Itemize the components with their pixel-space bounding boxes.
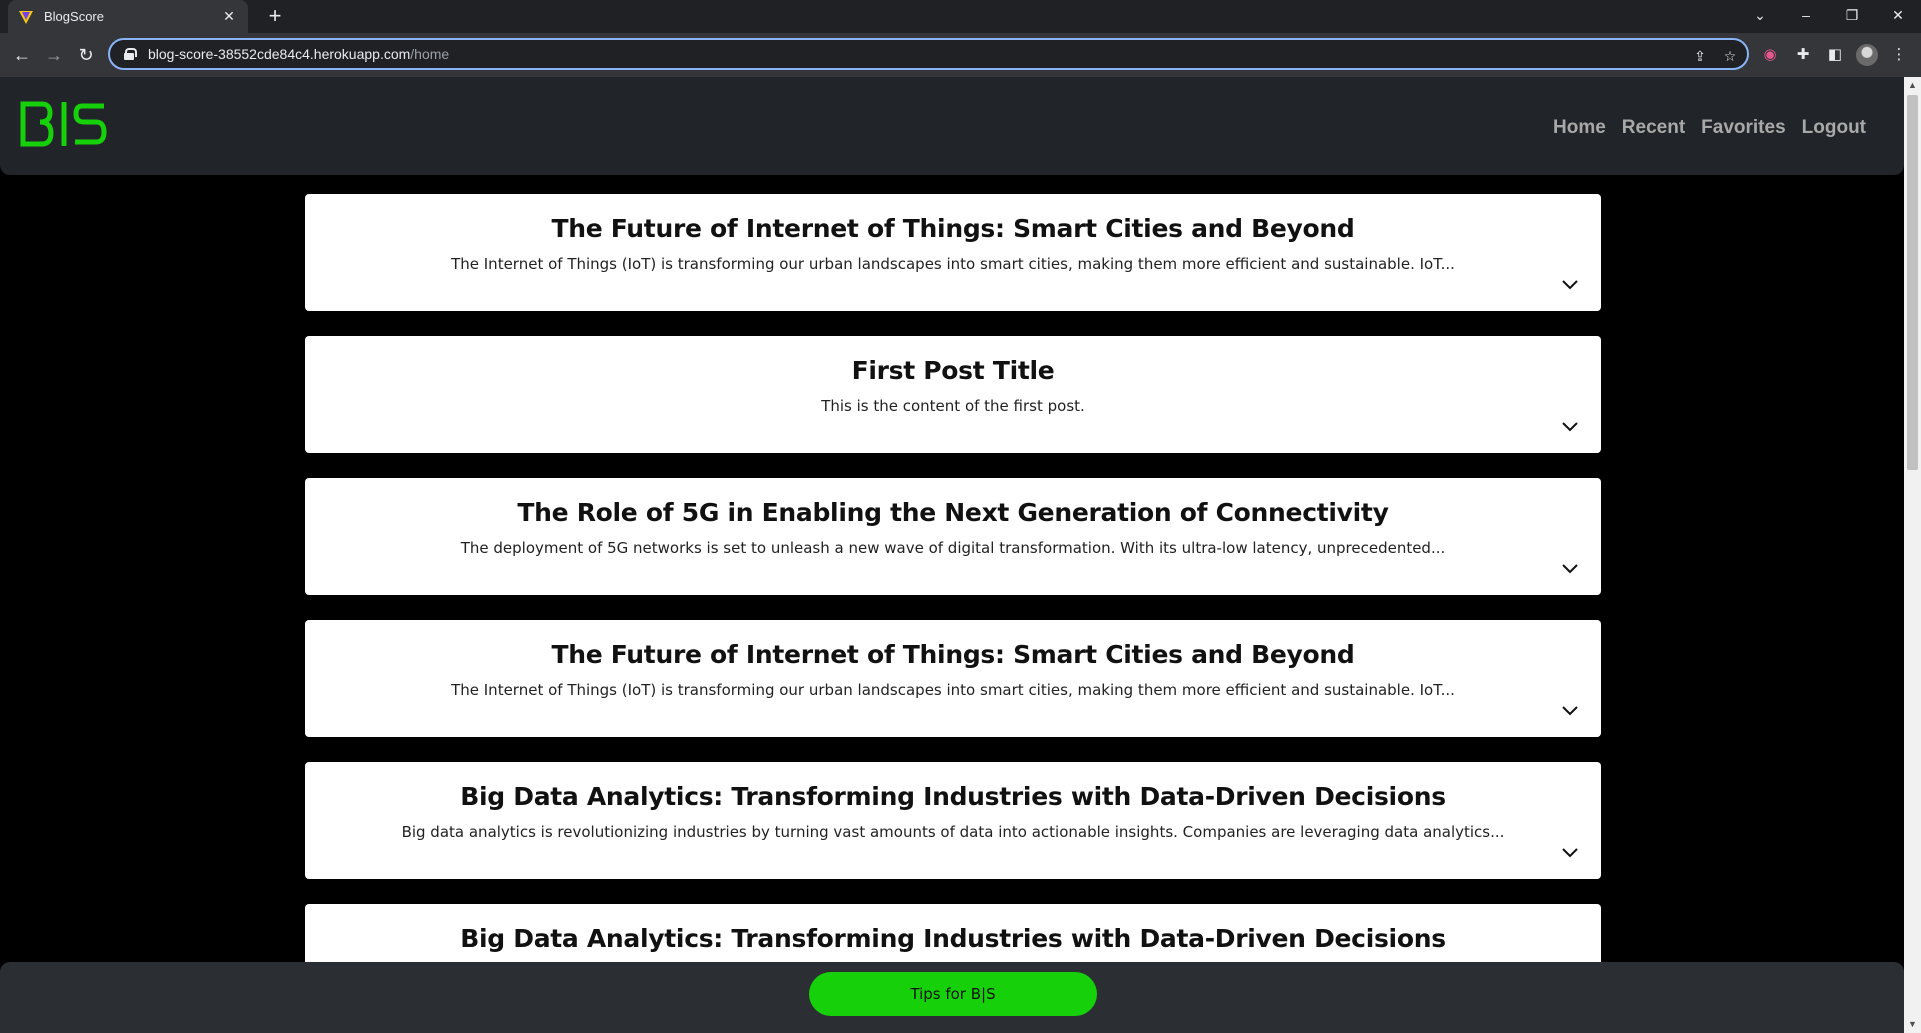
post-card[interactable]: First Post Title This is the content of … xyxy=(305,336,1601,453)
scroll-down-icon[interactable]: ▼ xyxy=(1904,1016,1921,1033)
browser-menu-icon[interactable]: ⋮ xyxy=(1888,44,1910,66)
nav-favorites-link[interactable]: Favorites xyxy=(1701,117,1785,139)
bookmark-star-icon[interactable]: ☆ xyxy=(1720,46,1740,66)
browser-toolbar: ← → ↻ blog-score-38552cde84c4.herokuapp.… xyxy=(0,33,1921,77)
post-card[interactable]: The Future of Internet of Things: Smart … xyxy=(305,194,1601,311)
nav-logout-link[interactable]: Logout xyxy=(1802,117,1866,139)
address-bar[interactable]: blog-score-38552cde84c4.herokuapp.com/ho… xyxy=(108,38,1749,70)
page-viewport: Home Recent Favorites Logout The Future … xyxy=(0,77,1904,1033)
extensions-puzzle-icon[interactable]: ✚ xyxy=(1792,44,1814,66)
expand-chevron-icon[interactable] xyxy=(1561,421,1579,433)
new-tab-icon[interactable]: + xyxy=(262,4,288,30)
site-logo[interactable] xyxy=(20,101,108,147)
url-path: /home xyxy=(410,46,450,62)
share-icon[interactable]: ⇪ xyxy=(1690,46,1710,66)
post-card[interactable]: Big Data Analytics: Transforming Industr… xyxy=(305,762,1601,879)
post-title: The Role of 5G in Enabling the Next Gene… xyxy=(517,498,1389,527)
page-scrollbar[interactable]: ▲ ▼ xyxy=(1904,77,1921,1033)
post-card[interactable]: The Role of 5G in Enabling the Next Gene… xyxy=(305,478,1601,595)
post-card[interactable]: The Future of Internet of Things: Smart … xyxy=(305,620,1601,737)
minimize-icon[interactable]: – xyxy=(1783,0,1829,30)
scrollbar-thumb[interactable] xyxy=(1907,95,1918,470)
site-favicon-icon xyxy=(19,10,33,24)
forward-icon[interactable]: → xyxy=(40,41,68,69)
browser-tabstrip: BlogScore ✕ + ⌄ – ❐ ✕ xyxy=(0,0,1921,33)
expand-chevron-icon[interactable] xyxy=(1561,563,1579,575)
expand-chevron-icon[interactable] xyxy=(1561,279,1579,291)
reload-icon[interactable]: ↻ xyxy=(72,41,100,69)
post-excerpt: The Internet of Things (IoT) is transfor… xyxy=(451,681,1455,699)
restore-icon[interactable]: ❐ xyxy=(1829,0,1875,30)
lock-icon[interactable] xyxy=(124,48,137,60)
side-panel-icon[interactable]: ◧ xyxy=(1824,44,1846,66)
post-title: The Future of Internet of Things: Smart … xyxy=(551,640,1355,669)
tips-button[interactable]: Tips for B|S xyxy=(809,972,1097,1016)
post-title: First Post Title xyxy=(851,356,1055,385)
scroll-up-icon[interactable]: ▲ xyxy=(1904,77,1921,94)
tab-close-icon[interactable]: ✕ xyxy=(220,8,238,25)
main-nav: Home Recent Favorites Logout xyxy=(1553,117,1866,139)
nav-home-link[interactable]: Home xyxy=(1553,117,1606,139)
profile-avatar[interactable] xyxy=(1856,44,1878,66)
tab-title: BlogScore xyxy=(44,9,104,24)
nav-recent-link[interactable]: Recent xyxy=(1622,117,1685,139)
post-excerpt: The deployment of 5G networks is set to … xyxy=(460,539,1446,557)
expand-chevron-icon[interactable] xyxy=(1561,847,1579,859)
post-title: Big Data Analytics: Transforming Industr… xyxy=(460,924,1446,953)
post-excerpt: This is the content of the first post. xyxy=(821,397,1085,415)
site-header: Home Recent Favorites Logout xyxy=(0,77,1904,175)
post-title: The Future of Internet of Things: Smart … xyxy=(551,214,1355,243)
site-footer: Tips for B|S xyxy=(0,962,1904,1033)
expand-chevron-icon[interactable] xyxy=(1561,705,1579,717)
post-excerpt: The Internet of Things (IoT) is transfor… xyxy=(451,255,1455,273)
close-window-icon[interactable]: ✕ xyxy=(1875,0,1921,30)
tab-search-icon[interactable]: ⌄ xyxy=(1737,0,1783,30)
browser-tab[interactable]: BlogScore ✕ xyxy=(8,0,248,33)
extension-record-icon[interactable]: ◉ xyxy=(1759,44,1781,66)
post-excerpt: Big data analytics is revolutionizing in… xyxy=(401,823,1505,841)
post-title: Big Data Analytics: Transforming Industr… xyxy=(460,782,1446,811)
back-icon[interactable]: ← xyxy=(8,41,36,69)
url-host: blog-score-38552cde84c4.herokuapp.com xyxy=(148,46,411,62)
